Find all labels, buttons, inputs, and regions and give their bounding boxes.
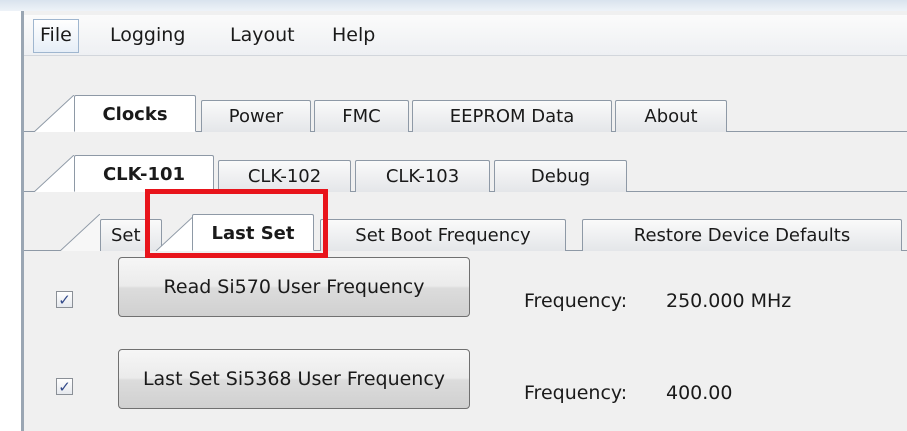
tab-slant-decoration bbox=[34, 155, 74, 192]
menu-help[interactable]: Help bbox=[326, 19, 381, 51]
row2-frequency-label: Frequency: bbox=[524, 382, 628, 404]
clk-tab-strip: CLK-101 CLK-102 CLK-103 Debug bbox=[24, 137, 907, 192]
annotation-highlight-box bbox=[145, 189, 328, 258]
row1-checkbox[interactable]: ✓ bbox=[56, 291, 73, 308]
app-window: File Logging Layout Help Clocks Power FM… bbox=[21, 11, 907, 431]
tab-eeprom-data[interactable]: EEPROM Data bbox=[412, 100, 612, 132]
main-tab-strip: Clocks Power FMC EEPROM Data About bbox=[24, 75, 907, 132]
tab-clocks[interactable]: Clocks bbox=[74, 95, 196, 132]
row1-frequency-value: 250.000 MHz bbox=[666, 290, 792, 312]
menu-logging[interactable]: Logging bbox=[104, 19, 191, 51]
checkmark-icon: ✓ bbox=[58, 378, 71, 396]
content-panel: ✓ Read Si570 User Frequency Frequency: 2… bbox=[24, 257, 907, 431]
read-si570-button[interactable]: Read Si570 User Frequency bbox=[118, 257, 470, 317]
tab-power[interactable]: Power bbox=[201, 100, 311, 132]
row2-frequency-value: 400.00 bbox=[666, 382, 733, 404]
row2-checkbox[interactable]: ✓ bbox=[56, 378, 73, 395]
tab-debug[interactable]: Debug bbox=[494, 160, 627, 192]
tab-about[interactable]: About bbox=[615, 100, 727, 132]
last-set-si5368-button[interactable]: Last Set Si5368 User Frequency bbox=[118, 349, 470, 409]
tab-clk-103[interactable]: CLK-103 bbox=[355, 160, 490, 192]
menu-layout[interactable]: Layout bbox=[224, 19, 301, 51]
tab-slant-decoration bbox=[60, 214, 100, 251]
tab-clk-102[interactable]: CLK-102 bbox=[218, 160, 351, 192]
menu-bar: File Logging Layout Help bbox=[24, 15, 907, 56]
desktop-strip bbox=[0, 0, 907, 11]
tab-fmc[interactable]: FMC bbox=[314, 100, 409, 132]
checkmark-icon: ✓ bbox=[58, 291, 71, 309]
menu-file[interactable]: File bbox=[33, 19, 79, 53]
tab-set-boot-frequency[interactable]: Set Boot Frequency bbox=[320, 219, 566, 251]
tab-slant-decoration bbox=[34, 95, 74, 132]
row1-frequency-label: Frequency: bbox=[524, 290, 628, 312]
tab-clk-101[interactable]: CLK-101 bbox=[74, 155, 214, 192]
tab-restore-device-defaults[interactable]: Restore Device Defaults bbox=[582, 219, 902, 251]
